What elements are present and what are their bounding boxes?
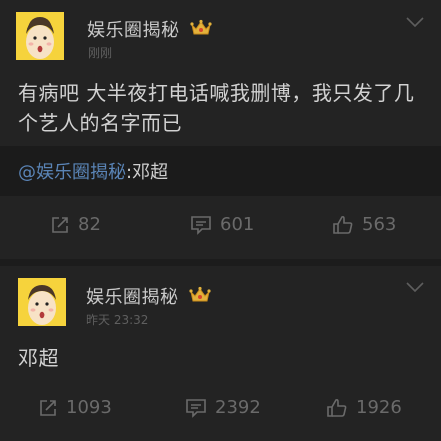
username[interactable]: 娱乐圈揭秘 bbox=[87, 16, 180, 42]
crown-icon bbox=[190, 19, 212, 35]
repost-icon bbox=[52, 216, 68, 233]
cartoon-face-avatar bbox=[18, 278, 66, 326]
like-button[interactable]: 1926 bbox=[326, 397, 402, 418]
like-count: 1926 bbox=[356, 397, 402, 418]
timestamp: 刚刚 bbox=[88, 46, 113, 60]
timestamp: 昨天 23:32 bbox=[86, 313, 149, 327]
post-content: 邓超 bbox=[18, 346, 59, 370]
repost-count: 1093 bbox=[66, 397, 112, 418]
weibo-feed: 娱乐圈揭秘 刚刚 有病吧 大半夜打电话喊我删博，我只发了几个艺人的名字而已 @娱… bbox=[0, 0, 441, 441]
comment-count: 601 bbox=[220, 214, 255, 235]
comment-button[interactable]: 601 bbox=[190, 214, 254, 235]
avatar[interactable] bbox=[18, 278, 66, 326]
comment-count: 2392 bbox=[215, 397, 261, 418]
comment-icon bbox=[191, 215, 211, 235]
reposted-body: :邓超 bbox=[126, 162, 169, 183]
thumbs-up-icon bbox=[327, 398, 347, 417]
chevron-down-icon[interactable] bbox=[405, 16, 425, 28]
comment-icon bbox=[186, 398, 206, 418]
repost-button[interactable]: 82 bbox=[50, 214, 101, 235]
cartoon-face-avatar bbox=[16, 12, 64, 60]
reposted-text: @娱乐圈揭秘:邓超 bbox=[18, 158, 168, 184]
chevron-down-icon[interactable] bbox=[405, 281, 425, 293]
post-actions: 82 601 563 bbox=[0, 204, 441, 248]
like-count: 563 bbox=[362, 214, 397, 235]
crown-icon bbox=[189, 286, 211, 302]
reposted-content[interactable]: @娱乐圈揭秘:邓超 bbox=[0, 146, 441, 196]
repost-count: 82 bbox=[78, 214, 101, 235]
post-actions: 1093 2392 1926 bbox=[0, 387, 441, 431]
thumbs-up-icon bbox=[333, 215, 353, 234]
avatar[interactable] bbox=[16, 12, 64, 60]
repost-icon bbox=[40, 399, 56, 416]
username[interactable]: 娱乐圈揭秘 bbox=[86, 283, 179, 309]
comment-button[interactable]: 2392 bbox=[185, 397, 261, 418]
post-card[interactable]: 娱乐圈揭秘 刚刚 有病吧 大半夜打电话喊我删博，我只发了几个艺人的名字而已 @娱… bbox=[0, 0, 441, 259]
post-card[interactable]: 娱乐圈揭秘 昨天 23:32 邓超 1093 2392 1926 bbox=[0, 266, 441, 441]
user-mention-link[interactable]: @娱乐圈揭秘 bbox=[18, 162, 126, 183]
post-content: 有病吧 大半夜打电话喊我删博，我只发了几个艺人的名字而已 bbox=[18, 81, 415, 135]
like-button[interactable]: 563 bbox=[332, 214, 396, 235]
repost-button[interactable]: 1093 bbox=[38, 397, 112, 418]
